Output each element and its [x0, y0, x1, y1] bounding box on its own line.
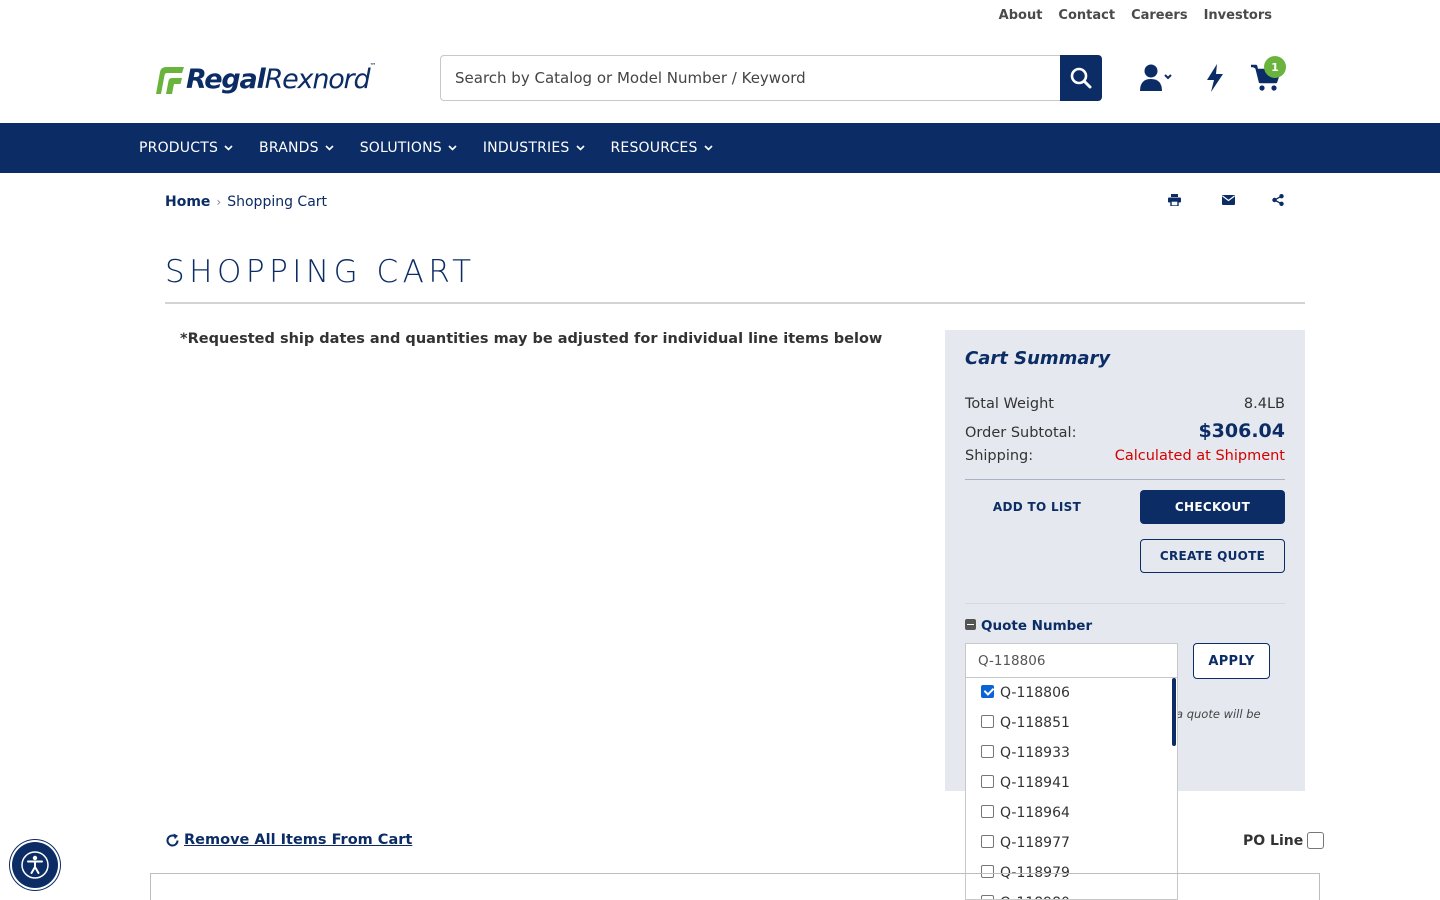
- po-line-toggle: PO Line: [1243, 832, 1325, 849]
- logo-mark-icon: [156, 67, 184, 94]
- apply-quote-button[interactable]: APPLY: [1193, 643, 1270, 679]
- ship-date-notice: *Requested ship dates and quantities may…: [180, 331, 883, 347]
- search-bar: [440, 55, 1102, 101]
- nav-item-products[interactable]: PRODUCTS: [139, 140, 233, 156]
- total-weight-value: 8.4LB: [1243, 396, 1285, 412]
- quote-number-dropdown[interactable]: Q-118806 Q-118851 Q-118933 Q-118941 Q-11…: [965, 677, 1178, 900]
- title-divider: [165, 302, 1305, 304]
- breadcrumb: Home › Shopping Cart: [165, 194, 327, 210]
- summary-divider: [965, 603, 1285, 604]
- add-to-list-button[interactable]: ADD TO LIST: [965, 490, 1109, 523]
- checkbox[interactable]: [981, 834, 994, 848]
- cart-summary-title: Cart Summary: [965, 348, 1111, 369]
- quote-number-toggle[interactable]: Quote Number: [965, 618, 1092, 634]
- quick-order-button[interactable]: [1200, 62, 1230, 94]
- collapse-minus-icon: [965, 618, 976, 630]
- envelope-icon: [1221, 195, 1235, 205]
- checkbox-checked[interactable]: [981, 684, 994, 698]
- checkbox[interactable]: [981, 714, 994, 728]
- search-input[interactable]: [440, 55, 1060, 101]
- cart-items-table: [150, 873, 1320, 900]
- shipping-row: Shipping: Calculated at Shipment: [965, 448, 1285, 464]
- refresh-icon: [166, 833, 179, 846]
- breadcrumb-home[interactable]: Home: [165, 194, 210, 210]
- chevron-down-icon: [448, 145, 457, 151]
- lightning-bolt-icon: [1207, 64, 1223, 92]
- nav-item-industries[interactable]: INDUSTRIES: [483, 140, 585, 156]
- summary-divider: [965, 479, 1285, 480]
- quote-hint-text: a quote will be: [1176, 707, 1261, 721]
- page-title: SHOPPING CART: [165, 254, 476, 290]
- logo-trademark: ™: [369, 62, 377, 70]
- create-quote-button[interactable]: CREATE QUOTE: [1140, 539, 1285, 573]
- quote-option[interactable]: Q-118977: [966, 828, 1177, 858]
- search-icon: [1070, 67, 1092, 89]
- chevron-down-icon: [224, 145, 233, 151]
- quote-option[interactable]: Q-118941: [966, 768, 1177, 798]
- utility-link-investors[interactable]: Investors: [1204, 8, 1272, 23]
- nav-item-brands[interactable]: BRANDS: [259, 140, 334, 156]
- print-icon: [1167, 194, 1181, 206]
- main-nav: PRODUCTS BRANDS SOLUTIONS INDUSTRIES RES…: [0, 123, 1440, 173]
- quote-option[interactable]: Q-118933: [966, 738, 1177, 768]
- order-subtotal-label: Order Subtotal:: [965, 425, 1077, 441]
- logo-wordmark: RegalRexnord: [186, 63, 371, 95]
- site-logo[interactable]: RegalRexnord ™: [153, 58, 398, 100]
- utility-link-about[interactable]: About: [999, 8, 1043, 23]
- cart-count-badge: 1: [1264, 56, 1286, 78]
- chevron-down-icon: [704, 145, 713, 151]
- po-line-label: PO Line: [1243, 832, 1304, 849]
- chevron-down-icon: [575, 145, 585, 151]
- shipping-value: Calculated at Shipment: [1114, 448, 1285, 464]
- user-icon: [1140, 64, 1172, 91]
- accessibility-widget-button[interactable]: [12, 842, 58, 888]
- account-menu-button[interactable]: [1138, 62, 1174, 94]
- utility-nav: About Contact Careers Investors: [999, 8, 1272, 23]
- nav-item-resources[interactable]: RESOURCES: [611, 140, 713, 156]
- print-button[interactable]: [1166, 192, 1182, 208]
- order-subtotal-row: Order Subtotal: $306.04: [965, 420, 1285, 442]
- dropdown-scrollbar[interactable]: [1172, 678, 1176, 746]
- shipping-label: Shipping:: [965, 448, 1034, 464]
- chevron-down-icon: [325, 145, 334, 151]
- quote-number-select[interactable]: Q-118806: [965, 643, 1178, 678]
- remove-all-items-link[interactable]: Remove All Items From Cart: [165, 832, 412, 848]
- email-button[interactable]: [1220, 192, 1236, 208]
- utility-link-contact[interactable]: Contact: [1058, 8, 1115, 23]
- chevron-right-icon: ›: [216, 195, 222, 209]
- breadcrumb-current: Shopping Cart: [227, 194, 328, 210]
- utility-link-careers[interactable]: Careers: [1131, 8, 1188, 23]
- total-weight-label: Total Weight: [965, 396, 1054, 412]
- nav-item-solutions[interactable]: SOLUTIONS: [360, 140, 457, 156]
- po-line-checkbox[interactable]: [1307, 832, 1325, 849]
- total-weight-row: Total Weight 8.4LB: [965, 396, 1285, 412]
- order-subtotal-value: $306.04: [1198, 420, 1285, 442]
- quote-option[interactable]: Q-118964: [966, 798, 1177, 828]
- checkbox[interactable]: [981, 774, 994, 788]
- quote-number-label: Quote Number: [981, 618, 1093, 634]
- checkbox[interactable]: [981, 804, 994, 818]
- page-tools: [1166, 192, 1286, 208]
- checkbox[interactable]: [981, 744, 994, 758]
- share-icon: [1272, 194, 1284, 206]
- quote-option[interactable]: Q-118806: [966, 678, 1177, 708]
- header-actions: 1: [1138, 56, 1286, 94]
- search-button[interactable]: [1060, 55, 1102, 101]
- quote-option[interactable]: Q-118851: [966, 708, 1177, 738]
- share-button[interactable]: [1270, 192, 1286, 208]
- checkout-button[interactable]: CHECKOUT: [1140, 490, 1285, 524]
- accessibility-icon: [21, 851, 49, 879]
